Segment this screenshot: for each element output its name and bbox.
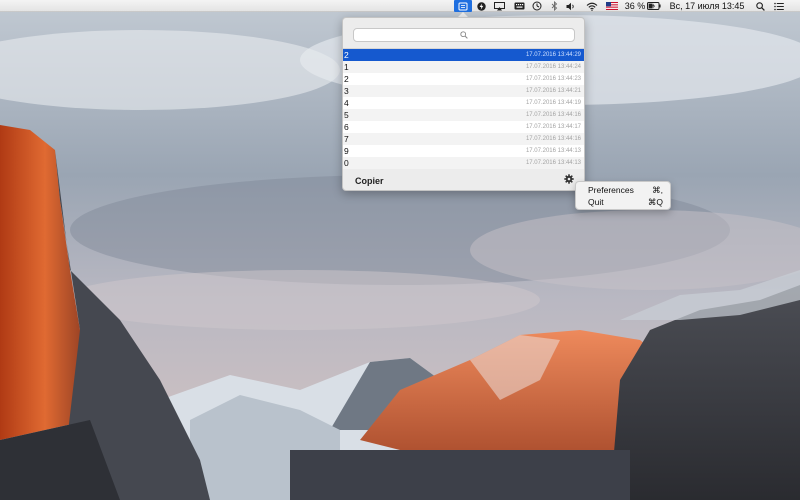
menu-item-shortcut: ⌘Q bbox=[647, 197, 663, 207]
menu-item-preferences[interactable]: Preferences ⌘, bbox=[576, 184, 670, 196]
volume-icon bbox=[566, 2, 574, 10]
wifi-menubar-button[interactable] bbox=[585, 0, 599, 12]
us-flag-icon bbox=[606, 2, 618, 10]
list-item[interactable]: 0 17.07.2016 13:44:13 bbox=[343, 157, 584, 169]
keyboard-menubar-button[interactable] bbox=[512, 0, 526, 12]
time-machine-icon bbox=[532, 1, 542, 11]
battery-menubar-button[interactable] bbox=[646, 0, 662, 12]
spotlight-menubar-button[interactable] bbox=[754, 0, 766, 12]
list-item[interactable]: 5 17.07.2016 13:44:16 bbox=[343, 109, 584, 121]
settings-menu: Preferences ⌘, Quit ⌘Q bbox=[575, 181, 671, 210]
clip-text: 1 bbox=[344, 62, 349, 72]
clip-text: 0 bbox=[344, 158, 349, 168]
search-field[interactable] bbox=[353, 28, 575, 42]
bluetooth-menubar-button[interactable] bbox=[549, 0, 559, 12]
clip-timestamp: 17.07.2016 13:44:23 bbox=[525, 76, 581, 82]
battery-icon bbox=[647, 2, 661, 10]
list-item[interactable]: 1 17.07.2016 13:44:24 bbox=[343, 61, 584, 73]
clip-timestamp: 17.07.2016 13:44:13 bbox=[525, 148, 581, 154]
settings-button[interactable] bbox=[564, 174, 574, 184]
clipboard-history-list[interactable]: 2 17.07.2016 13:44:29 1 17.07.2016 13:44:24… bbox=[343, 48, 584, 169]
list-item[interactable]: 2 17.07.2016 13:44:29 bbox=[343, 49, 584, 61]
clock[interactable]: Вс, 17 июля 13:45 bbox=[667, 0, 747, 12]
keyboard-icon bbox=[514, 2, 524, 10]
wifi-icon bbox=[586, 2, 598, 11]
list-item[interactable]: 9 17.07.2016 13:44:13 bbox=[343, 145, 584, 157]
clip-timestamp: 17.07.2016 13:44:13 bbox=[525, 160, 581, 166]
clip-text: 6 bbox=[344, 122, 349, 132]
spotlight-icon bbox=[755, 1, 765, 11]
clip-text: 2 bbox=[344, 50, 349, 60]
battery-percent[interactable]: 36 % bbox=[624, 0, 646, 12]
copier-icon bbox=[458, 2, 468, 10]
notification-center-menubar-button[interactable] bbox=[773, 0, 785, 12]
flash-icon bbox=[476, 1, 486, 11]
copier-popover: 2 17.07.2016 13:44:29 1 17.07.2016 13:44:24… bbox=[342, 17, 585, 191]
clip-text: 4 bbox=[344, 98, 349, 108]
list-item[interactable]: 3 17.07.2016 13:44:21 bbox=[343, 85, 584, 97]
search-icon bbox=[460, 31, 468, 39]
list-item[interactable]: 2 17.07.2016 13:44:23 bbox=[343, 73, 584, 85]
clip-text: 9 bbox=[344, 146, 349, 156]
clip-timestamp: 17.07.2016 13:44:29 bbox=[525, 52, 581, 58]
time-machine-menubar-button[interactable] bbox=[531, 0, 543, 12]
menu-item-label: Quit bbox=[588, 197, 604, 207]
clip-timestamp: 17.07.2016 13:44:16 bbox=[525, 136, 581, 142]
clip-timestamp: 17.07.2016 13:44:24 bbox=[525, 64, 581, 70]
flash-menubar-button[interactable] bbox=[475, 0, 487, 12]
clip-text: 3 bbox=[344, 86, 349, 96]
clip-timestamp: 17.07.2016 13:44:19 bbox=[525, 100, 581, 106]
menu-item-label: Preferences bbox=[588, 185, 634, 195]
clip-timestamp: 17.07.2016 13:44:16 bbox=[525, 112, 581, 118]
input-source-menubar-button[interactable] bbox=[605, 0, 619, 12]
airplay-icon bbox=[493, 1, 505, 10]
clip-text: 2 bbox=[344, 74, 349, 84]
list-item[interactable]: 7 17.07.2016 13:44:16 bbox=[343, 133, 584, 145]
menubar: 36 % Вс, 17 июля 13:45 bbox=[0, 0, 800, 12]
bluetooth-icon bbox=[551, 1, 557, 11]
volume-menubar-button[interactable] bbox=[565, 0, 577, 12]
menu-item-shortcut: ⌘, bbox=[652, 185, 663, 195]
airplay-menubar-button[interactable] bbox=[492, 0, 506, 12]
app-title: Copier bbox=[355, 176, 384, 186]
clip-text: 7 bbox=[344, 134, 349, 144]
gear-icon bbox=[564, 174, 574, 184]
copier-menubar-button[interactable] bbox=[454, 0, 472, 12]
clip-text: 5 bbox=[344, 110, 349, 120]
list-item[interactable]: 4 17.07.2016 13:44:19 bbox=[343, 97, 584, 109]
clip-timestamp: 17.07.2016 13:44:21 bbox=[525, 88, 581, 94]
notification-center-icon bbox=[774, 2, 784, 10]
list-item[interactable]: 6 17.07.2016 13:44:17 bbox=[343, 121, 584, 133]
menu-item-quit[interactable]: Quit ⌘Q bbox=[576, 196, 670, 208]
clip-timestamp: 17.07.2016 13:44:17 bbox=[525, 124, 581, 130]
